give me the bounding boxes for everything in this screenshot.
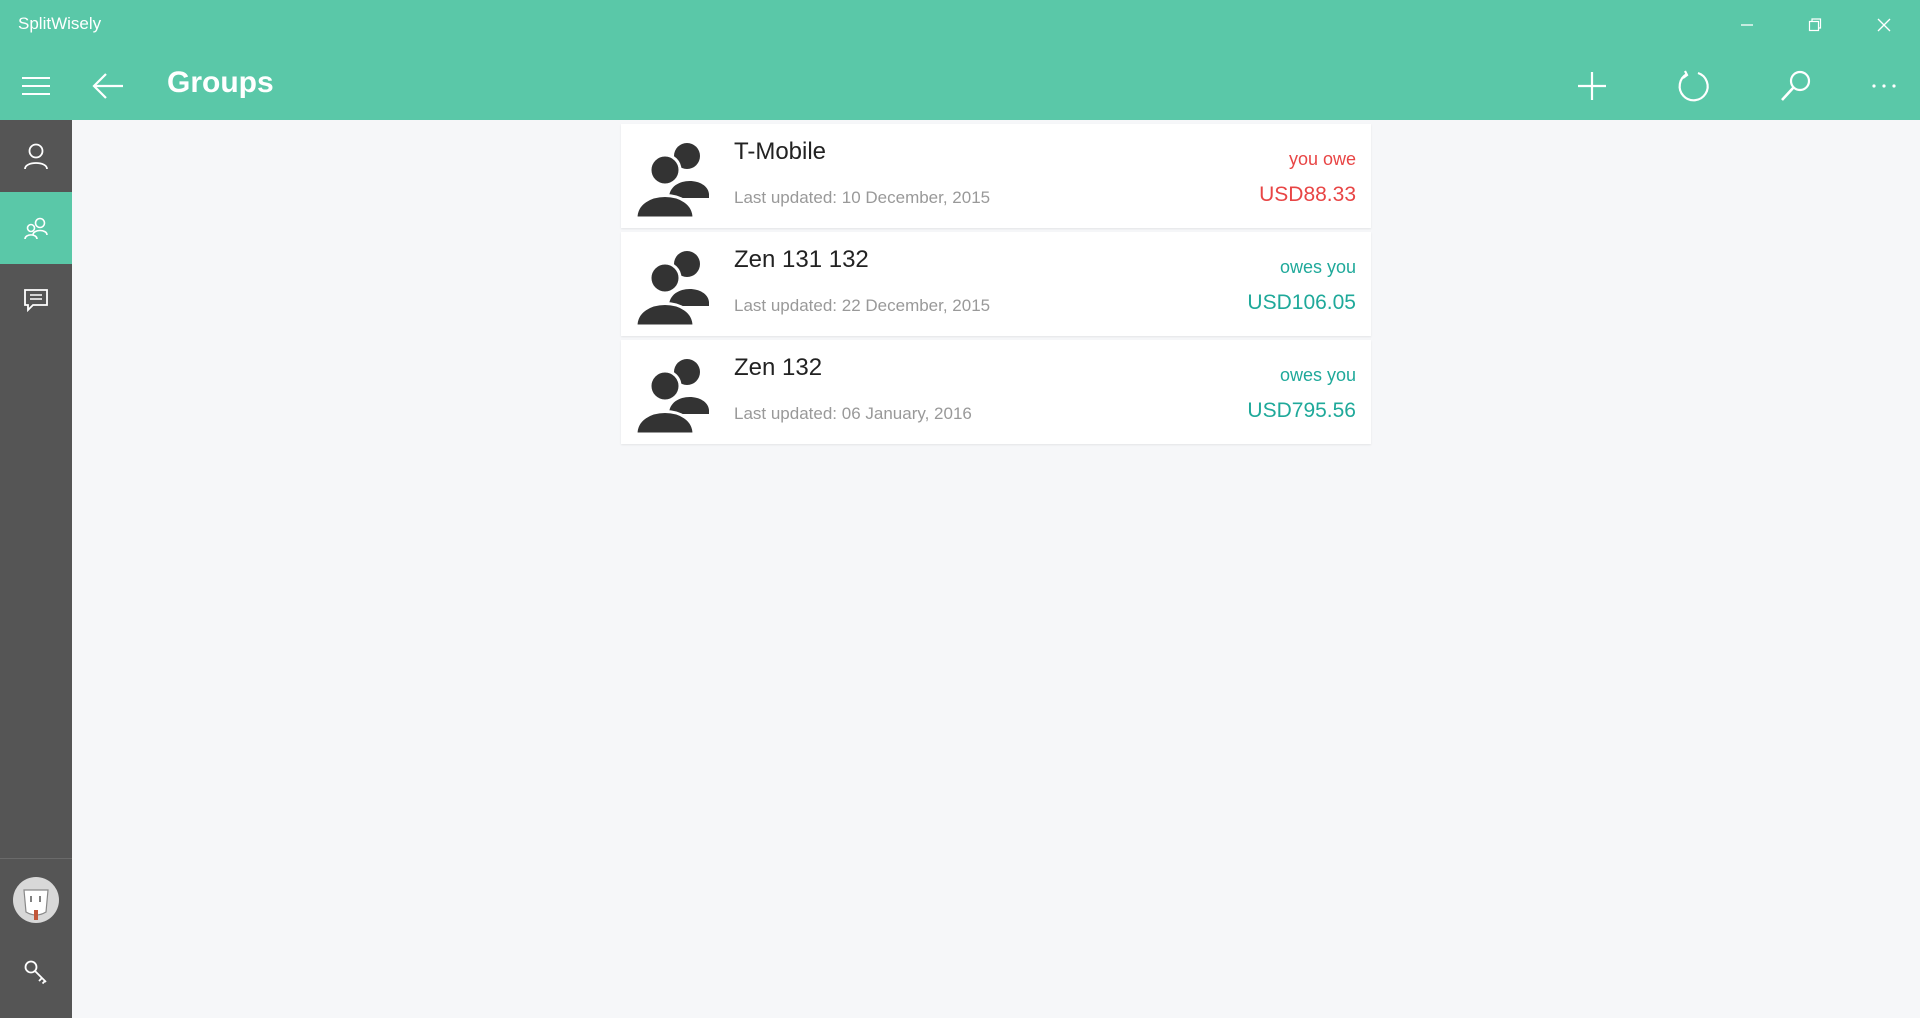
balance-amount: USD106.05 (1247, 291, 1356, 314)
group-name: Zen 132 (734, 354, 823, 381)
restore-icon (1808, 18, 1822, 32)
group-name: T-Mobile (734, 138, 827, 165)
group-list: T-Mobile Last updated: 10 December, 2015… (621, 124, 1371, 448)
message-icon (24, 289, 48, 312)
avatar (13, 877, 59, 923)
last-updated: Last updated: 10 December, 2015 (734, 188, 991, 207)
minimize-button[interactable] (1723, 10, 1771, 40)
hamburger-menu-button[interactable] (12, 62, 60, 110)
back-arrow-icon (92, 73, 123, 99)
more-icon (1872, 84, 1896, 88)
hamburger-menu-icon (22, 77, 50, 95)
group-people-icon (634, 359, 709, 434)
balance-status: you owe (1288, 149, 1356, 169)
app-bar: SplitWisely Groups (0, 0, 1920, 120)
search-button[interactable] (1772, 62, 1820, 110)
back-button[interactable] (84, 62, 132, 110)
sidebar-item-activity[interactable] (0, 264, 72, 336)
sidebar (0, 120, 72, 1018)
person-icon (24, 143, 48, 170)
search-icon (1781, 70, 1811, 101)
last-updated: Last updated: 06 January, 2016 (734, 404, 972, 423)
balance-amount: USD88.33 (1259, 183, 1356, 206)
list-item[interactable]: Zen 132 Last updated: 06 January, 2016 o… (621, 340, 1371, 444)
last-updated: Last updated: 22 December, 2015 (734, 296, 991, 315)
more-button[interactable] (1860, 62, 1908, 110)
add-button[interactable] (1568, 62, 1616, 110)
refresh-icon (1678, 70, 1709, 102)
group-name: Zen 131 132 (734, 246, 869, 273)
balance-status: owes you (1279, 365, 1356, 385)
group-people-icon (634, 143, 709, 218)
sidebar-divider (0, 858, 72, 859)
sidebar-item-profile[interactable] (0, 120, 72, 192)
user-avatar-button[interactable] (0, 864, 72, 936)
balance-amount: USD795.56 (1247, 399, 1356, 422)
page-title: Groups (167, 66, 274, 99)
sidebar-item-groups[interactable] (0, 192, 72, 264)
list-item[interactable]: T-Mobile Last updated: 10 December, 2015… (621, 124, 1371, 228)
close-icon (1877, 18, 1891, 32)
list-item[interactable]: Zen 131 132 Last updated: 22 December, 2… (621, 232, 1371, 336)
people-icon (24, 217, 48, 240)
sidebar-item-key[interactable] (0, 936, 72, 1008)
window-title: SplitWisely (18, 14, 102, 33)
balance-status: owes you (1279, 257, 1356, 277)
restore-button[interactable] (1791, 10, 1839, 40)
key-icon (24, 960, 47, 985)
group-people-icon (634, 251, 709, 326)
refresh-button[interactable] (1670, 62, 1718, 110)
close-button[interactable] (1860, 10, 1908, 40)
add-icon (1578, 72, 1606, 100)
minimize-icon (1741, 24, 1753, 26)
